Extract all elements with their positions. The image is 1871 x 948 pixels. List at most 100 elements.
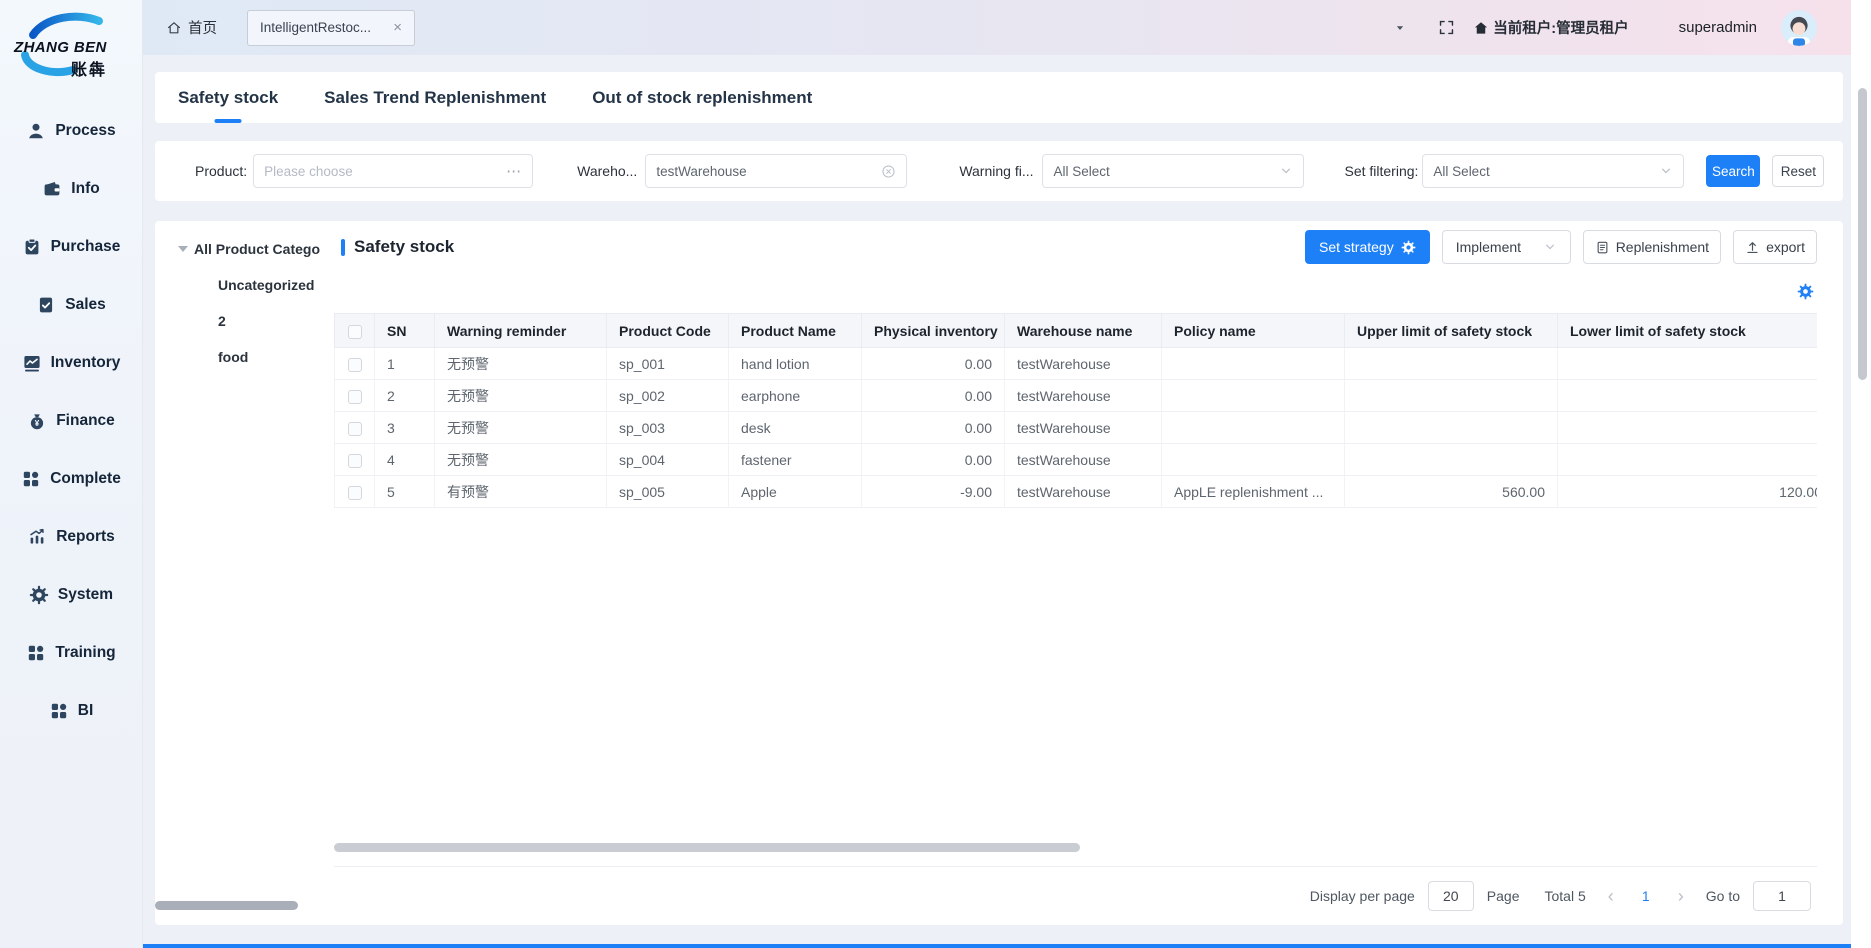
tree-root-all-product-categories[interactable]: All Product Catego: [155, 231, 334, 267]
logo-subtitle: 账犇: [71, 56, 107, 80]
current-page[interactable]: 1: [1636, 888, 1656, 904]
sidebar-item-label: Training: [55, 644, 115, 662]
tab-safety-stock[interactable]: Safety stock: [178, 72, 278, 123]
replenishment-button[interactable]: Replenishment: [1583, 230, 1721, 264]
close-tab-icon[interactable]: ×: [393, 20, 402, 35]
row-checkbox[interactable]: [348, 454, 362, 468]
next-page-icon[interactable]: [1669, 887, 1693, 905]
warning-filter-select[interactable]: All Select: [1042, 154, 1304, 188]
cell-warning: 无预警: [435, 348, 607, 380]
product-select-field[interactable]: ⋯: [253, 154, 533, 188]
app-window: ZHANG BEN 账犇 Process Info Purchase Sales: [0, 0, 1871, 948]
sidebar-item-system[interactable]: System: [0, 566, 142, 624]
username[interactable]: superadmin: [1679, 19, 1757, 36]
warehouse-input[interactable]: [656, 164, 881, 179]
sidebar-item-reports[interactable]: Reports: [0, 508, 142, 566]
page-size-input[interactable]: [1428, 881, 1474, 911]
product-input[interactable]: [264, 164, 506, 179]
sidebar-item-label: Inventory: [51, 354, 121, 372]
cell-name: earphone: [729, 380, 862, 412]
document-icon: [36, 295, 56, 315]
cell-warehouse: testWarehouse: [1005, 348, 1162, 380]
filter-bar: Product: ⋯ Wareho... Warning fi... All S…: [155, 141, 1843, 201]
goto-page-input[interactable]: [1753, 881, 1811, 911]
set-strategy-button[interactable]: Set strategy: [1305, 230, 1430, 264]
warning-filter-value: All Select: [1053, 164, 1109, 179]
cell-physical: 0.00: [862, 444, 1005, 476]
cell-sn: 1: [375, 348, 435, 380]
row-checkbox[interactable]: [348, 358, 362, 372]
sidebar-item-info[interactable]: Info: [0, 160, 142, 218]
caret-down-icon: [1394, 22, 1406, 34]
implement-button[interactable]: Implement: [1442, 230, 1571, 264]
avatar[interactable]: [1781, 10, 1817, 46]
col-header-lower-limit: Lower limit of safety stock: [1558, 314, 1818, 348]
cell-code: sp_005: [607, 476, 729, 508]
sidebar-item-inventory[interactable]: Inventory: [0, 334, 142, 392]
chevron-down-icon: [1543, 240, 1557, 254]
reset-button[interactable]: Reset: [1772, 155, 1824, 187]
cell-checkbox: [335, 412, 375, 444]
sidebar-item-purchase[interactable]: Purchase: [0, 218, 142, 276]
row-checkbox[interactable]: [348, 486, 362, 500]
sidebar-item-label: Sales: [65, 296, 106, 314]
row-checkbox[interactable]: [348, 422, 362, 436]
cell-checkbox: [335, 476, 375, 508]
cell-name: desk: [729, 412, 862, 444]
clear-icon[interactable]: [881, 164, 896, 179]
gear-icon: [1401, 240, 1416, 255]
sidebar-item-process[interactable]: Process: [0, 102, 142, 160]
search-button[interactable]: Search: [1706, 155, 1760, 187]
bottom-accent-bar: [0, 944, 1851, 948]
cell-code: sp_004: [607, 444, 729, 476]
sidebar-item-finance[interactable]: Finance: [0, 392, 142, 450]
sidebar-item-label: BI: [78, 702, 94, 720]
implement-label: Implement: [1456, 239, 1521, 255]
cell-upper: [1345, 380, 1558, 412]
sidebar-nav: Process Info Purchase Sales Inventory Fi…: [0, 102, 142, 740]
total-count-label: Total 5: [1545, 888, 1586, 904]
column-settings-button[interactable]: [1797, 283, 1814, 300]
topbar: 首页 IntelligentRestoc... × 当前租户:管理员租户 sup…: [143, 0, 1851, 55]
cell-code: sp_003: [607, 412, 729, 444]
open-page-tab-label: IntelligentRestoc...: [260, 20, 383, 35]
set-filtering-select[interactable]: All Select: [1422, 154, 1684, 188]
chart-icon: [22, 353, 42, 373]
warehouse-field[interactable]: [645, 154, 907, 188]
grid-icon: [26, 643, 46, 663]
tab-out-of-stock-replenishment[interactable]: Out of stock replenishment: [592, 72, 812, 123]
sidebar-item-bi[interactable]: BI: [0, 682, 142, 740]
cell-warning: 无预警: [435, 444, 607, 476]
col-header-warning-reminder: Warning reminder: [435, 314, 607, 348]
page-horizontal-scrollbar[interactable]: [155, 901, 298, 910]
prev-page-icon[interactable]: [1599, 887, 1623, 905]
select-all-checkbox[interactable]: [348, 325, 362, 339]
tree-item-2[interactable]: 2: [155, 303, 334, 339]
cell-sn: 4: [375, 444, 435, 476]
tabs-dropdown-button[interactable]: [1394, 22, 1406, 34]
sidebar-item-sales[interactable]: Sales: [0, 276, 142, 334]
tree-item-food[interactable]: food: [155, 339, 334, 375]
ellipsis-icon[interactable]: ⋯: [506, 162, 522, 180]
tree-item-uncategorized[interactable]: Uncategorized: [155, 267, 334, 303]
row-checkbox[interactable]: [348, 390, 362, 404]
cell-physical: 0.00: [862, 380, 1005, 412]
window-vertical-scrollbar[interactable]: [1858, 88, 1867, 380]
home-tab[interactable]: 首页: [166, 17, 217, 38]
tree-collapse-icon[interactable]: [178, 246, 188, 252]
panel-actions: Set strategy Implement Replenishment exp…: [1305, 230, 1817, 264]
cell-lower: [1558, 348, 1818, 380]
table-horizontal-scrollbar[interactable]: [334, 843, 1080, 852]
export-button[interactable]: export: [1733, 230, 1817, 264]
module-tabs: Safety stock Sales Trend Replenishment O…: [155, 72, 1843, 123]
col-header-product-name: Product Name: [729, 314, 862, 348]
cell-upper: [1345, 412, 1558, 444]
cell-sn: 5: [375, 476, 435, 508]
sidebar-item-training[interactable]: Training: [0, 624, 142, 682]
sidebar-item-complete[interactable]: Complete: [0, 450, 142, 508]
open-page-tab[interactable]: IntelligentRestoc... ×: [247, 10, 415, 46]
fullscreen-button[interactable]: [1438, 19, 1455, 36]
cell-policy: [1162, 380, 1345, 412]
tab-sales-trend-replenishment[interactable]: Sales Trend Replenishment: [324, 72, 546, 123]
topbar-right: 当前租户:管理员租户 superadmin: [1394, 10, 1817, 46]
